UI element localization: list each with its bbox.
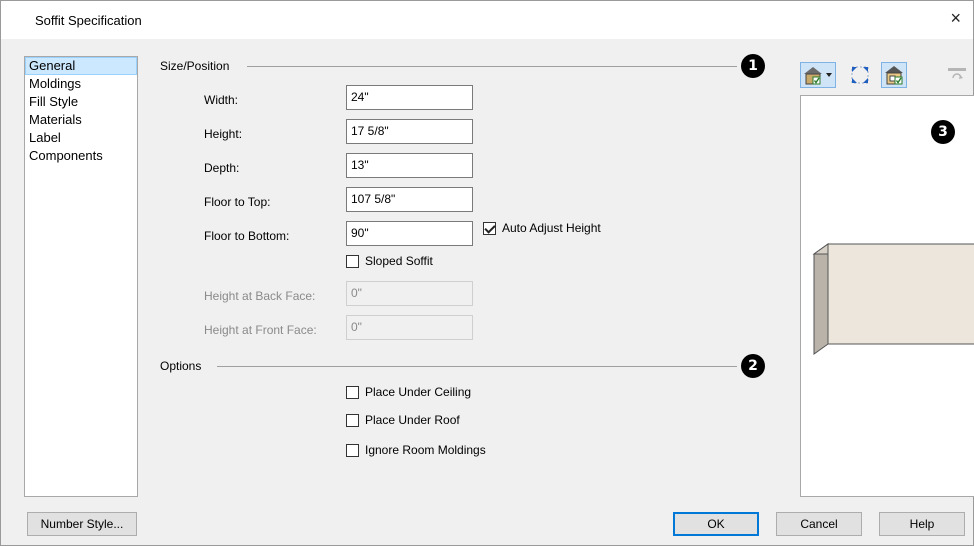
nav-item-materials[interactable]: Materials [25, 111, 137, 129]
floor-to-top-input[interactable]: 107 5/8" [346, 187, 473, 212]
depth-input[interactable]: 13" [346, 153, 473, 178]
checkbox-checked-icon[interactable] [483, 221, 496, 235]
callout-marker-1: 1 [741, 54, 765, 78]
height-at-front-face-label: Height at Front Face: [204, 323, 317, 337]
depth-label: Depth: [204, 161, 240, 175]
rendered-view-icon [885, 66, 903, 85]
place-under-ceiling-checkbox[interactable]: Place Under Ceiling [346, 385, 471, 399]
rendered-view-button[interactable] [881, 62, 907, 88]
ignore-room-moldings-checkbox[interactable]: Ignore Room Moldings [346, 443, 486, 457]
section-divider [247, 66, 737, 67]
width-label: Width: [204, 93, 239, 107]
nav-item-label[interactable]: Label [25, 129, 137, 147]
number-style-button[interactable]: Number Style... [27, 512, 137, 536]
height-label: Height: [204, 127, 243, 141]
options-heading: Options [160, 359, 202, 373]
floor-to-bottom-label: Floor to Bottom: [204, 229, 290, 243]
close-icon[interactable]: × [950, 9, 961, 27]
ignore-room-moldings-label: Ignore Room Moldings [365, 443, 486, 457]
auto-adjust-height-checkbox[interactable]: Auto Adjust Height [483, 221, 601, 235]
size-position-heading: Size/Position [160, 59, 230, 73]
category-list: General Moldings Fill Style Materials La… [24, 56, 138, 497]
checkbox-icon[interactable] [346, 385, 359, 399]
height-at-front-face-input: 0" [346, 315, 473, 340]
rotate-view-button [944, 62, 970, 88]
soffit-specification-dialog: Soffit Specification × General Moldings … [0, 0, 974, 546]
checkbox-icon[interactable] [346, 413, 359, 427]
window-title: Soffit Specification [35, 13, 142, 28]
nav-item-general[interactable]: General [25, 57, 137, 75]
soffit-preview-3d-icon [812, 243, 974, 355]
checkbox-icon[interactable] [346, 254, 359, 268]
cancel-button[interactable]: Cancel [776, 512, 862, 536]
view-mode-icon [804, 67, 832, 85]
height-at-back-face-label: Height at Back Face: [204, 289, 316, 303]
nav-item-fill-style[interactable]: Fill Style [25, 93, 137, 111]
floor-to-top-label: Floor to Top: [204, 195, 271, 209]
ok-button[interactable]: OK [673, 512, 759, 536]
nav-item-components[interactable]: Components [25, 147, 137, 165]
floor-to-bottom-input[interactable]: 90" [346, 221, 473, 246]
callout-marker-2: 2 [741, 354, 765, 378]
place-under-roof-checkbox[interactable]: Place Under Roof [346, 413, 460, 427]
rotate-view-icon [948, 68, 966, 79]
checkbox-icon[interactable] [346, 443, 359, 457]
auto-adjust-height-label: Auto Adjust Height [502, 221, 601, 235]
height-at-back-face-input: 0" [346, 281, 473, 306]
help-button[interactable]: Help [879, 512, 965, 536]
place-under-roof-label: Place Under Roof [365, 413, 460, 427]
height-input[interactable]: 17 5/8" [346, 119, 473, 144]
width-input[interactable]: 24" [346, 85, 473, 110]
place-under-ceiling-label: Place Under Ceiling [365, 385, 472, 399]
fit-view-icon [851, 66, 869, 84]
fit-view-button[interactable] [847, 62, 873, 88]
preview-pane[interactable]: 3 [800, 95, 974, 497]
section-divider [217, 366, 737, 367]
view-mode-dropdown[interactable] [800, 62, 836, 88]
title-bar: Soffit Specification × [1, 1, 973, 39]
sloped-soffit-label: Sloped Soffit [365, 254, 433, 268]
nav-item-moldings[interactable]: Moldings [25, 75, 137, 93]
sloped-soffit-checkbox[interactable]: Sloped Soffit [346, 254, 433, 268]
